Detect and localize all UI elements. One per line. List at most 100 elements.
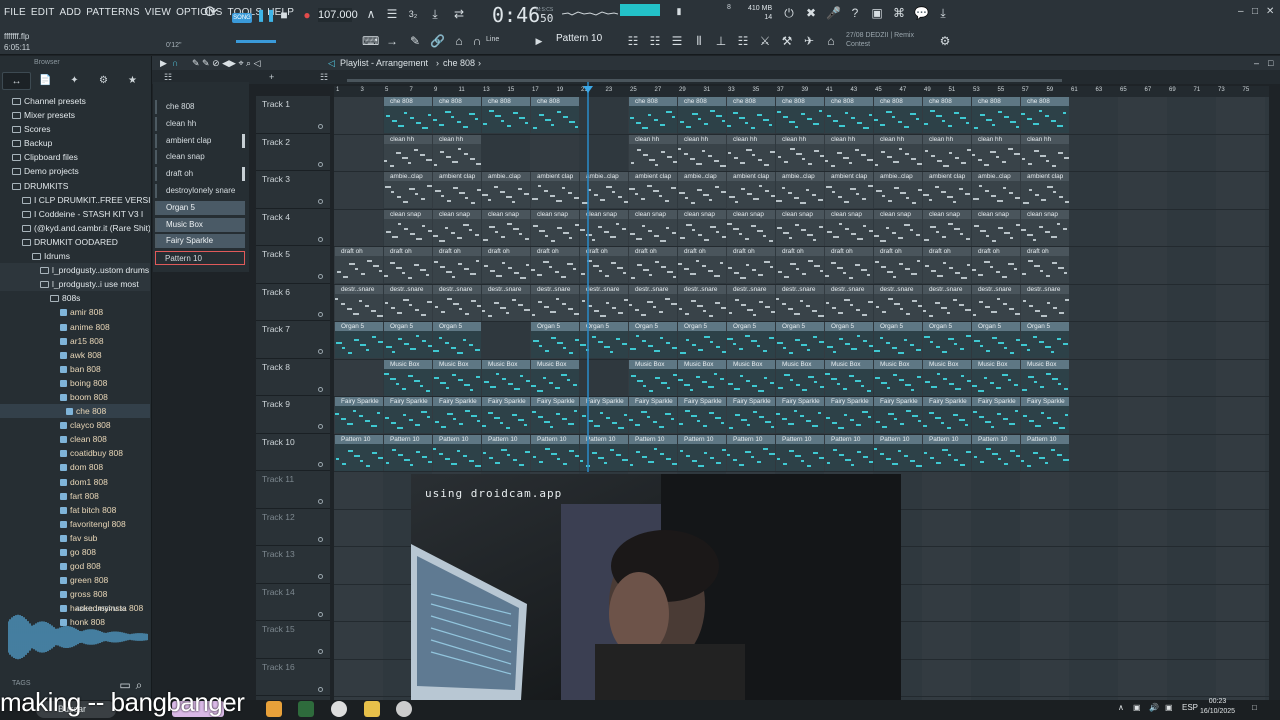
track-header[interactable]: Track 1	[256, 96, 330, 134]
track-mute-icon[interactable]	[318, 611, 323, 617]
pattern-clip[interactable]: Pattern 10	[482, 434, 530, 471]
browser-file-item[interactable]: anime 808	[0, 320, 150, 334]
pattern-clip[interactable]: Fairy Sparkle	[972, 397, 1020, 433]
track-header[interactable]: Track 6	[256, 284, 330, 321]
picker-pattern-item[interactable]: Organ 5	[155, 200, 245, 215]
pattern-clip[interactable]: clean snap	[874, 209, 922, 246]
track-header[interactable]: Track 2	[256, 134, 330, 171]
pattern-clip[interactable]: Music Box	[433, 359, 481, 396]
pattern-clip[interactable]: clean hh	[923, 134, 971, 171]
doc-icon[interactable]: ☷	[736, 34, 750, 48]
pattern-clip[interactable]: che 808	[384, 97, 432, 133]
pattern-clip[interactable]: ambient clap	[531, 172, 579, 208]
pattern-clip[interactable]: destr..snare	[531, 284, 579, 321]
pattern-clip[interactable]: clean hh	[727, 134, 775, 171]
pattern-clip[interactable]: Pattern 10	[335, 434, 383, 471]
network-icon[interactable]: ▣	[1165, 703, 1173, 712]
pattern-clip[interactable]: Organ 5	[972, 322, 1020, 358]
pattern-clip[interactable]: Fairy Sparkle	[1021, 397, 1069, 433]
mic-icon[interactable]: 🎤	[826, 6, 841, 20]
pattern-selector[interactable]: Pattern 10	[556, 33, 602, 44]
pattern-clip[interactable]: ambient clap	[825, 172, 873, 208]
pattern-clip[interactable]: clean snap	[384, 209, 432, 246]
browser-folder-item[interactable]: Idrums	[0, 249, 150, 263]
track-header[interactable]: Track 12	[256, 509, 330, 546]
track-header[interactable]: Track 7	[256, 321, 330, 359]
loop-icon[interactable]: ⟳	[204, 5, 218, 21]
picker-pattern-item[interactable]: ambient clap	[155, 133, 245, 148]
pattern-clip[interactable]: ambient clap	[433, 172, 481, 208]
pattern-clip[interactable]: Organ 5	[629, 322, 677, 358]
browser-folder-item[interactable]: I CLP DRUMKIT..FREE VERSION)	[0, 193, 150, 207]
pattern-clip[interactable]: clean snap	[482, 209, 530, 246]
track-header[interactable]: Track 10	[256, 434, 330, 471]
draw-icon[interactable]: ✎	[408, 34, 422, 48]
track-mute-icon[interactable]	[318, 199, 323, 204]
mixer-icon[interactable]: ✖	[804, 6, 818, 20]
pattern-clip[interactable]: destr..snare	[384, 284, 432, 321]
pattern-clip[interactable]: draft oh	[972, 247, 1020, 283]
pattern-clip[interactable]: Music Box	[384, 359, 432, 396]
pattern-clip[interactable]: ambient clap	[923, 172, 971, 208]
track-mute-icon[interactable]	[318, 536, 323, 542]
track-header[interactable]: Track 14	[256, 584, 330, 621]
pattern-clip[interactable]: destr..snare	[678, 284, 726, 321]
pattern-clip[interactable]: ambie..clap	[384, 172, 432, 208]
pattern-clip[interactable]: draft oh	[433, 247, 481, 283]
pattern-clip[interactable]: clean snap	[629, 209, 677, 246]
minimize-button[interactable]: –	[1238, 6, 1244, 17]
pattern-clip[interactable]: Organ 5	[335, 322, 383, 358]
pattern-clip[interactable]: Fairy Sparkle	[335, 397, 383, 433]
undo-history-icon[interactable]: ⏻	[782, 6, 796, 20]
tray-app-icon[interactable]: ▣	[1133, 703, 1141, 712]
add-track-icon[interactable]: +	[269, 72, 274, 82]
browser-folder-item[interactable]: l_prodgusty..i use most	[0, 277, 150, 292]
magnet-icon[interactable]: ∩	[470, 34, 484, 48]
horizontal-scrollbar[interactable]	[347, 79, 1062, 82]
browser-file-item[interactable]: go 808	[0, 545, 150, 559]
pattern-clip[interactable]: Organ 5	[923, 322, 971, 358]
pattern-clip[interactable]: Pattern 10	[727, 434, 775, 471]
browser-file-item[interactable]: boom 808	[0, 390, 150, 404]
track-mute-icon[interactable]	[318, 649, 323, 654]
chrome-icon[interactable]	[331, 701, 347, 717]
browser-file-item[interactable]: favoritengl 808	[0, 517, 150, 531]
pattern-clip[interactable]: destr..snare	[629, 284, 677, 321]
browser-file-item[interactable]: fart 808	[0, 489, 150, 503]
pattern-clip[interactable]: ambie..clap	[482, 172, 530, 208]
browser-folder-item[interactable]: DRUMKITS	[0, 179, 150, 193]
pattern-clip[interactable]: clean snap	[531, 209, 579, 246]
browser-file-item[interactable]: green 808	[0, 573, 150, 587]
help-icon[interactable]: ?	[848, 6, 862, 20]
pattern-clip[interactable]: clean hh	[384, 134, 432, 171]
playlist-minimize[interactable]: –	[1254, 58, 1259, 68]
pattern-clip[interactable]: clean snap	[678, 209, 726, 246]
pattern-clip[interactable]: destr..snare	[1021, 284, 1069, 321]
pattern-clip[interactable]: destr..snare	[874, 284, 922, 321]
pattern-clip[interactable]: che 808	[1021, 97, 1069, 133]
grid-icon[interactable]: ☷	[320, 72, 328, 83]
pattern-clip[interactable]: clean hh	[776, 134, 824, 171]
pattern-clip[interactable]: Organ 5	[678, 322, 726, 358]
menu-file[interactable]: FILE	[4, 7, 26, 18]
picker-pattern-item[interactable]: draft oh	[155, 167, 245, 182]
track-mute-icon[interactable]	[318, 461, 323, 467]
track-mute-icon[interactable]	[318, 424, 323, 429]
tweak-icon[interactable]: ⚒	[780, 34, 794, 48]
taskbar-clock[interactable]: 00:23 16/10/2025	[1200, 697, 1235, 717]
pattern-clip[interactable]: Organ 5	[825, 322, 873, 358]
pattern-clip[interactable]: draft oh	[727, 247, 775, 283]
pattern-clip[interactable]: destr..snare	[482, 284, 530, 321]
pattern-clip[interactable]: draft oh	[678, 247, 726, 283]
browser-folder-item[interactable]: Backup	[0, 136, 150, 150]
pattern-clip[interactable]: Fairy Sparkle	[433, 397, 481, 433]
pattern-clip[interactable]: ambie..clap	[678, 172, 726, 208]
cart-icon[interactable]: ⌂	[824, 34, 838, 48]
pattern-clip[interactable]: clean snap	[923, 209, 971, 246]
picker-pattern-item[interactable]: Music Box	[155, 217, 245, 232]
picker-pattern-item[interactable]: che 808	[155, 100, 245, 114]
app-icon[interactable]	[298, 701, 314, 717]
browser-folder-item[interactable]: (@kyd.and.cambr.it (Rare Shit)	[0, 221, 150, 235]
pattern-clip[interactable]: ambient clap	[629, 172, 677, 208]
track-header[interactable]: Track 5	[256, 246, 330, 284]
